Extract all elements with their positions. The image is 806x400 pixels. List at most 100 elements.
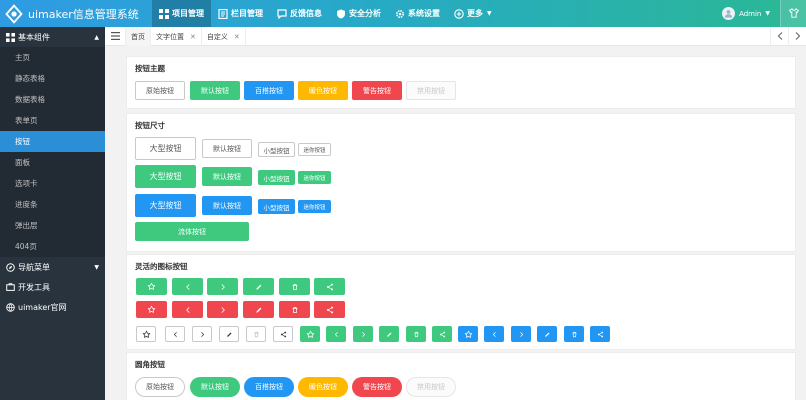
small-white-star-button[interactable]: [136, 326, 156, 342]
sidebar-item-form[interactable]: 表单页: [0, 110, 105, 131]
theme-primary-button[interactable]: 原始按钮: [135, 81, 185, 100]
user-menu[interactable]: Admin ▼: [712, 7, 780, 20]
small-blue-right-button[interactable]: [511, 326, 531, 342]
edit-icon: [255, 306, 263, 314]
section-title: 圆角按钮: [135, 360, 165, 369]
small-green-share-button[interactable]: [432, 326, 452, 342]
size-default-primary-button[interactable]: 默认按钮: [202, 139, 252, 158]
sidebar-item-static-table[interactable]: 静态表格: [0, 68, 105, 89]
red-left-button[interactable]: [172, 301, 203, 318]
red-right-button[interactable]: [207, 301, 238, 318]
small-white-right-button[interactable]: [192, 326, 212, 342]
sidebar-group-basic[interactable]: 基本组件 ▲: [0, 27, 105, 47]
section-title: 灵活的图标按钮: [135, 262, 188, 271]
sidebar-item-progress[interactable]: 进度条: [0, 194, 105, 215]
size-fluid-button[interactable]: 流体按钮: [135, 222, 249, 241]
topnav-item-project[interactable]: 项目管理: [152, 0, 211, 27]
trash-icon: [413, 331, 420, 338]
small-white-trash-button[interactable]: [246, 326, 266, 342]
theme-warm-button[interactable]: 暖色按钮: [298, 81, 348, 100]
sidebar-item-popup[interactable]: 弹出层: [0, 215, 105, 236]
tab-text-position[interactable]: 文字位置 ✕: [151, 27, 202, 46]
topnav-item-column[interactable]: 栏目管理: [211, 0, 270, 27]
theme-normal-button[interactable]: 百搭按钮: [244, 81, 294, 100]
sidebar-item-tabs[interactable]: 选项卡: [0, 173, 105, 194]
sidebar-group-label: 导航菜单: [18, 262, 50, 272]
size-small-normal-button[interactable]: 小型按钮: [258, 199, 295, 214]
topnav-item-security[interactable]: 安全分析: [329, 0, 388, 27]
small-white-left-button[interactable]: [165, 326, 185, 342]
round-primary-button[interactable]: 原始按钮: [135, 377, 185, 397]
panel-icon-buttons: 灵活的图标按钮: [126, 254, 796, 350]
menu-toggle-button[interactable]: [105, 27, 126, 46]
small-blue-edit-button[interactable]: [537, 326, 557, 342]
edit-icon: [226, 331, 233, 338]
sidebar-item-404[interactable]: 404页: [0, 236, 105, 257]
topnav-item-feedback[interactable]: 反馈信息: [270, 0, 329, 27]
size-mini-primary-button[interactable]: 迷你按钮: [298, 143, 331, 156]
red-edit-button[interactable]: [243, 301, 274, 318]
close-icon[interactable]: ✕: [190, 33, 196, 41]
red-share-button[interactable]: [314, 301, 345, 318]
size-large-primary-button[interactable]: 大型按钮: [135, 137, 196, 160]
small-blue-left-button[interactable]: [484, 326, 504, 342]
edit-icon: [544, 331, 551, 338]
sidebar-group-nav[interactable]: 导航菜单 ▼: [0, 257, 105, 277]
green-edit-button[interactable]: [243, 278, 274, 295]
tab-home[interactable]: 首页: [126, 27, 151, 46]
sidebar-group-dev[interactable]: 开发工具: [0, 277, 105, 297]
topnav-item-settings[interactable]: 系统设置: [388, 0, 447, 27]
tab-strip: 首页 文字位置 ✕ 自定义 ✕: [105, 27, 806, 46]
small-green-edit-button[interactable]: [379, 326, 399, 342]
theme-danger-button[interactable]: 警告按钮: [352, 81, 402, 100]
green-star-button[interactable]: [136, 278, 167, 295]
round-danger-button[interactable]: 警告按钮: [352, 377, 402, 397]
star-icon: [306, 330, 315, 339]
size-large-default-button[interactable]: 大型按钮: [135, 165, 196, 188]
small-blue-trash-button[interactable]: [564, 326, 584, 342]
tab-scroll-left-button[interactable]: [770, 27, 788, 46]
app-logo[interactable]: uimaker信息管理系统: [4, 3, 139, 24]
theme-default-button[interactable]: 默认按钮: [190, 81, 240, 100]
size-small-primary-button[interactable]: 小型按钮: [258, 142, 295, 157]
chat-icon: [277, 8, 287, 19]
size-default-normal-button[interactable]: 默认按钮: [202, 196, 252, 215]
close-icon[interactable]: ✕: [234, 33, 240, 41]
small-green-left-button[interactable]: [326, 326, 346, 342]
green-right-button[interactable]: [207, 278, 238, 295]
tab-label: 自定义: [206, 32, 228, 41]
tab-custom[interactable]: 自定义 ✕: [202, 27, 246, 46]
red-star-button[interactable]: [136, 301, 167, 318]
sidebar-item-button[interactable]: 按钮: [0, 131, 105, 152]
small-green-right-button[interactable]: [353, 326, 373, 342]
sidebar-item-home[interactable]: 主页: [0, 47, 105, 68]
small-white-share-button[interactable]: [273, 326, 293, 342]
share-icon: [439, 331, 446, 338]
red-trash-button[interactable]: [279, 301, 310, 318]
sidebar-item-panel[interactable]: 面板: [0, 152, 105, 173]
topnav-label: 安全分析: [349, 9, 381, 18]
topnav-item-more[interactable]: 更多 ▼: [447, 0, 499, 27]
size-large-normal-button[interactable]: 大型按钮: [135, 194, 196, 217]
round-normal-button[interactable]: 百搭按钮: [244, 377, 294, 397]
size-mini-normal-button[interactable]: 迷你按钮: [298, 200, 331, 213]
small-green-trash-button[interactable]: [406, 326, 426, 342]
small-blue-star-button[interactable]: [458, 326, 478, 342]
top-right: Admin ▼: [712, 0, 806, 27]
small-blue-share-button[interactable]: [590, 326, 610, 342]
size-default-default-button[interactable]: 默认按钮: [202, 167, 252, 186]
small-green-star-button[interactable]: [300, 326, 320, 342]
green-left-button[interactable]: [172, 278, 203, 295]
round-default-button[interactable]: 默认按钮: [190, 377, 240, 397]
sidebar-item-data-table[interactable]: 数据表格: [0, 89, 105, 110]
round-warm-button[interactable]: 暖色按钮: [298, 377, 348, 397]
green-trash-button[interactable]: [279, 278, 310, 295]
sidebar-group-site[interactable]: uimaker官网: [0, 297, 105, 317]
panel-round-buttons: 圆角按钮 原始按钮 默认按钮 百搭按钮 暖色按钮 警告按钮 禁用按钮: [126, 352, 796, 400]
green-share-button[interactable]: [314, 278, 345, 295]
tab-scroll-right-button[interactable]: [788, 27, 806, 46]
size-mini-default-button[interactable]: 迷你按钮: [298, 171, 331, 184]
small-white-edit-button[interactable]: [219, 326, 239, 342]
skin-button[interactable]: [780, 0, 806, 27]
size-small-default-button[interactable]: 小型按钮: [258, 170, 295, 185]
